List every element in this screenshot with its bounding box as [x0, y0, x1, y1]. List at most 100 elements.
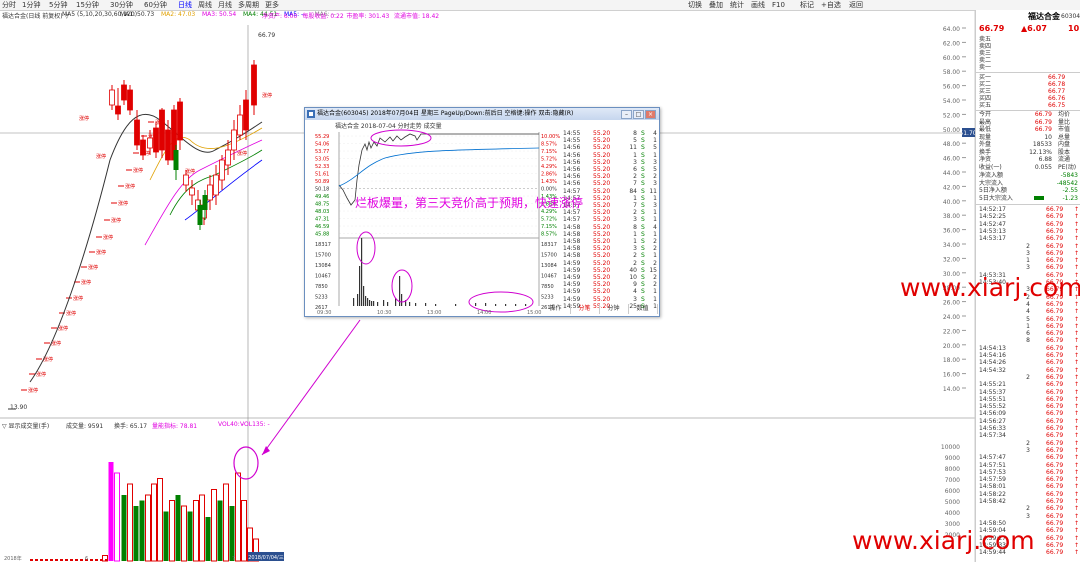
popup-tab-0[interactable]: 操作: [541, 304, 571, 314]
toolbar-right-1[interactable]: 叠加: [709, 0, 723, 10]
trade-arrow-icon: ↑: [1074, 315, 1080, 323]
header-extra-1: 每股收益: 0.22: [302, 13, 344, 20]
intraday-popup-window[interactable]: 福达合金(603045) 2018年07月04日 星期三 PageUp/Down…: [304, 107, 660, 317]
trade-price: 66.79: [1046, 352, 1064, 359]
trade-time: 14:57:47: [979, 454, 1006, 462]
volume-highlight-circle: [233, 446, 259, 480]
candle-body-13: [189, 187, 195, 196]
minimize-button[interactable]: –: [621, 110, 632, 119]
intraday-vol-bar-25: [505, 304, 507, 306]
toolbar-right-5[interactable]: 标记: [800, 0, 814, 10]
period-tab-4[interactable]: 30分钟: [110, 0, 133, 10]
price-pct: 10: [1068, 24, 1080, 33]
trade-arrow-icon: ↑: [1074, 366, 1080, 374]
trade-volume: 8: [1026, 337, 1030, 345]
price-tick-14: 36.00: [943, 228, 960, 235]
toolbar-right-6[interactable]: +自选: [821, 0, 841, 10]
popup-tab-1[interactable]: 分笔: [570, 304, 600, 314]
intraday-vol-bar-24: [495, 304, 497, 306]
trade-row: 14:57:59 66.79 ↑: [976, 476, 1080, 483]
popup-tab-3[interactable]: 数值: [628, 304, 658, 314]
volume-bar-9: [157, 478, 163, 562]
bid-price: 66.75: [1048, 102, 1066, 109]
price-tick-5: 54.00: [943, 98, 960, 105]
intraday-vol-bar-27: [525, 304, 527, 306]
small-volume-bar-2: [40, 559, 43, 561]
trade-time: 14:56:27: [979, 417, 1006, 425]
stat-value: 0.055: [1034, 163, 1052, 171]
candle-body-5: [140, 139, 146, 156]
limit-up-tag-0: 涨停: [28, 387, 38, 394]
trade-arrow-icon: ↑: [1074, 534, 1080, 542]
toolbar-right-7[interactable]: 返回: [849, 0, 863, 10]
period-tab-7[interactable]: 周线: [198, 0, 212, 10]
price-tick-0: 64.00: [943, 26, 960, 33]
candle-body-11: [177, 101, 183, 141]
trade-arrow-icon: ↑: [1074, 344, 1080, 352]
candle-body-21: [237, 114, 243, 136]
candle-body-8: [159, 109, 165, 151]
volume-bar-16: [199, 494, 205, 562]
trade-price: 66.79: [1046, 235, 1064, 243]
ask-label: 卖三: [979, 50, 992, 57]
ask-label: 卖一: [979, 64, 992, 71]
popup-x-label-0: 09:30: [317, 310, 331, 316]
period-tab-5[interactable]: 60分钟: [144, 0, 167, 10]
period-tab-9[interactable]: 多周期: [238, 0, 259, 10]
price-tick-6: 52.00: [943, 112, 960, 119]
trade-row: 14:55:52 66.79 ↑: [976, 403, 1080, 410]
toolbar-right-4[interactable]: F10: [772, 0, 785, 10]
period-tab-10[interactable]: 更多: [265, 0, 279, 10]
top-price-label: 66.79: [258, 32, 275, 39]
trade-price: 66.79: [1046, 446, 1064, 454]
bid-row: 买三 66.77: [976, 88, 1080, 95]
trade-time: 14:52:47: [979, 220, 1006, 228]
x-axis-june: 6: [85, 556, 88, 562]
price-tick-24: 16.00: [943, 372, 960, 379]
popup-titlebar[interactable]: 福达合金(603045) 2018年07月04日 星期三 PageUp/Down…: [305, 108, 659, 120]
trade-row: 1 66.79 ↑: [976, 323, 1080, 330]
trade-row: 3 66.79 ↑: [976, 513, 1080, 520]
vol-tick-6: 4000: [945, 510, 960, 517]
toolbar-right-3[interactable]: 画线: [751, 0, 765, 10]
bid-row: 买二 66.78: [976, 81, 1080, 88]
down-candle-0: [173, 150, 179, 170]
trade-arrow-icon: ↑: [1074, 388, 1080, 396]
small-volume-bar-7: [65, 559, 68, 561]
close-button[interactable]: ×: [645, 110, 656, 119]
period-tab-6[interactable]: 日线: [178, 0, 192, 10]
period-tab-3[interactable]: 15分钟: [76, 0, 99, 10]
volume-bar-6: [139, 500, 145, 561]
toolbar-right-2[interactable]: 统计: [730, 0, 744, 10]
ask-label: 卖五: [979, 36, 992, 43]
period-tab-1[interactable]: 1分钟: [22, 0, 40, 10]
price-tick-13: 38.00: [943, 213, 960, 220]
volume-bar-7: [145, 494, 151, 562]
trade-time: 14:57:34: [979, 432, 1006, 440]
trade-arrow-icon: ↑: [1074, 461, 1080, 469]
candle-body-12: [183, 174, 189, 186]
period-tab-8[interactable]: 月线: [218, 0, 232, 10]
trade-price: 66.79: [1046, 476, 1064, 484]
popup-tab-2[interactable]: 分钟: [599, 304, 629, 314]
toolbar-right-0[interactable]: 切换: [688, 0, 702, 10]
trade-row: 14:55:21 66.79 ↑: [976, 381, 1080, 388]
trade-arrow-icon: ↑: [1074, 249, 1080, 257]
maximize-button[interactable]: □: [633, 110, 644, 119]
trade-arrow-icon: ↑: [1074, 512, 1080, 520]
trade-time: 14:58:22: [979, 490, 1006, 498]
volume-turnover: 换手: 65.17: [114, 423, 148, 430]
period-tab-2[interactable]: 5分钟: [49, 0, 67, 10]
trade-arrow-icon: ↑: [1074, 235, 1080, 243]
limit-up-tag-1: 涨停: [36, 371, 46, 378]
period-tab-0[interactable]: 分时: [2, 0, 16, 10]
trade-volume: 2: [1026, 242, 1030, 250]
annotation-text: 烂板爆量，第三天竞价高于预期，快速涨停: [355, 196, 584, 210]
app-icon: [307, 110, 315, 118]
trade-arrow-icon: ↑: [1074, 541, 1080, 549]
volume-bar-13: [181, 505, 187, 562]
ask-row: 卖一: [976, 64, 1080, 71]
trade-row: 1 66.79 ↑: [976, 257, 1080, 264]
trade-price: 66.79: [1046, 315, 1064, 323]
trade-time: 14:54:26: [979, 359, 1006, 367]
